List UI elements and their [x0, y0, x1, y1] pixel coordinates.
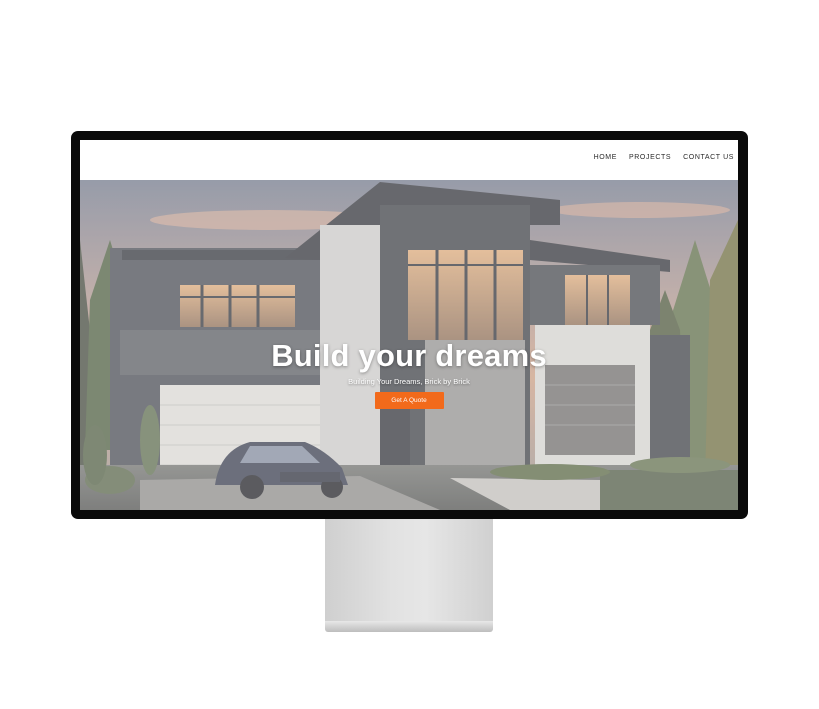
monitor-stand-base: [325, 621, 493, 632]
hero-subtitle: Building Your Dreams, Brick by Brick: [348, 377, 470, 386]
website-screen: HOME PROJECTS CONTACT US Build your drea…: [80, 140, 738, 510]
nav-link-home[interactable]: HOME: [594, 154, 617, 161]
main-navigation: HOME PROJECTS CONTACT US: [594, 140, 734, 174]
monitor-bezel: HOME PROJECTS CONTACT US Build your drea…: [71, 131, 748, 519]
nav-link-projects[interactable]: PROJECTS: [629, 154, 671, 161]
hero-content: Build your dreams Building Your Dreams, …: [80, 338, 738, 409]
hero-section: Build your dreams Building Your Dreams, …: [80, 180, 738, 510]
hero-title: Build your dreams: [271, 338, 547, 373]
site-header: HOME PROJECTS CONTACT US: [80, 140, 738, 180]
get-a-quote-button[interactable]: Get A Quote: [374, 392, 444, 409]
nav-link-contact-us[interactable]: CONTACT US: [683, 154, 734, 161]
monitor-stand: [325, 519, 493, 622]
